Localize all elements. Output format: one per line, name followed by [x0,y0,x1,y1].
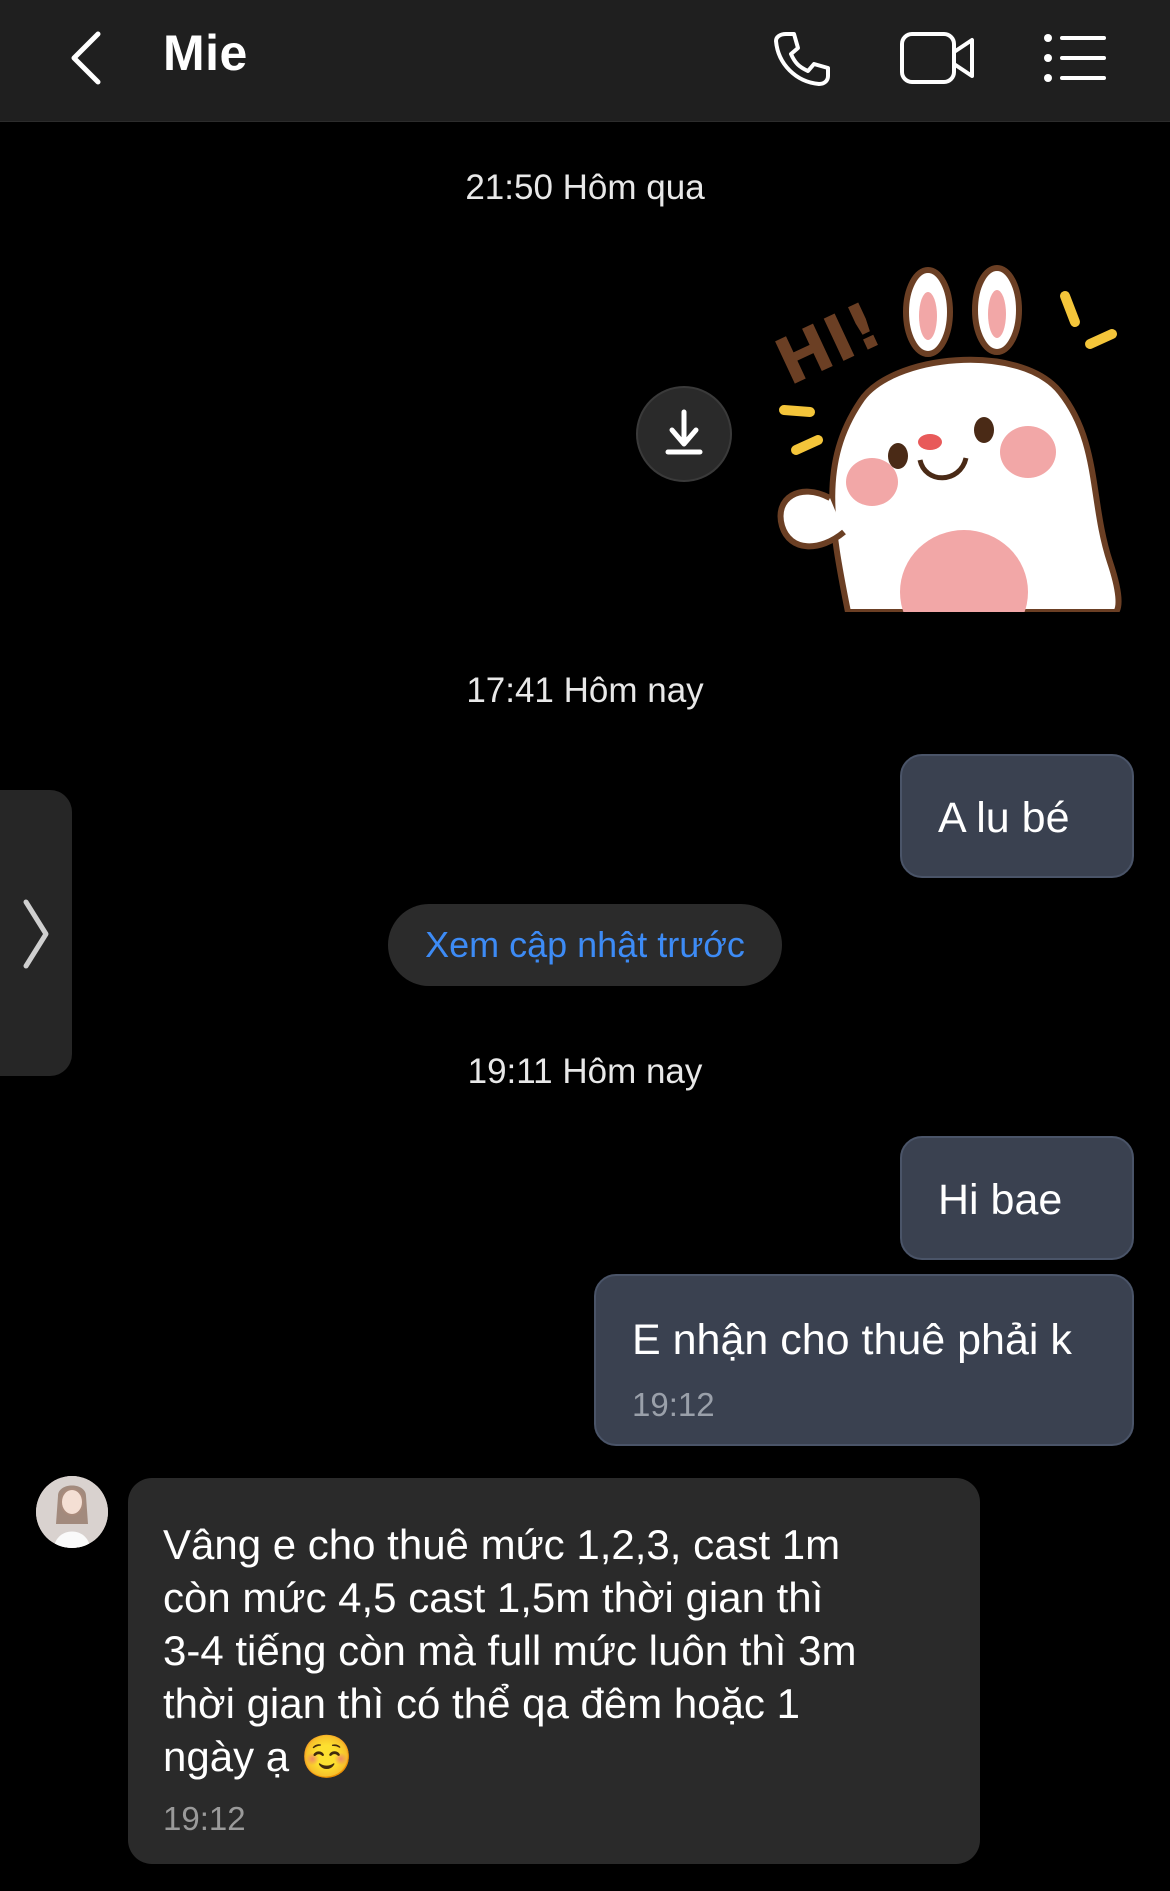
message-text: Vâng e cho thuê mức 1,2,3, cast 1m còn m… [163,1518,856,1783]
timestamp-divider: 17:41 Hôm nay [466,671,704,710]
chevron-left-icon[interactable] [62,28,112,88]
avatar-image [36,1476,108,1548]
incoming-message[interactable]: Vâng e cho thuê mức 1,2,3, cast 1m còn m… [128,1478,980,1864]
message-text: E nhận cho thuê phải k [632,1316,1072,1364]
timestamp-divider: 19:11 Hôm nay [467,1052,703,1091]
see-previous-updates-button[interactable]: Xem cập nhật trước [388,904,782,986]
side-panel-tab[interactable] [0,790,72,1076]
contact-name[interactable]: Mie [163,24,248,82]
video-icon[interactable] [898,28,978,88]
message-line: ngày ạ ☺️ [163,1730,856,1783]
download-icon [665,409,703,455]
outgoing-message[interactable]: E nhận cho thuê phải k 19:12 [594,1274,1134,1446]
phone-icon[interactable] [768,26,834,92]
message-line: thời gian thì có thể qa đêm hoặc 1 [163,1680,800,1727]
message-line: 3-4 tiếng còn mà full mức luôn thì 3m [163,1627,857,1674]
message-text: A lu bé [938,794,1070,842]
timestamp-divider: 21:50 Hôm qua [465,168,705,207]
chevron-right-icon [23,899,49,969]
message-line: Vâng e cho thuê mức 1,2,3, cast 1m [163,1521,841,1568]
message-line: còn mức 4,5 cast 1,5m thời gian thì [163,1574,824,1621]
message-text: Hi bae [938,1176,1063,1224]
outgoing-message[interactable]: A lu bé [900,754,1134,878]
message-time: 19:12 [632,1386,715,1423]
list-menu-icon[interactable] [1042,30,1108,86]
bunny-sticker[interactable]: HI! [760,262,1140,612]
message-line-text: ngày ạ [163,1733,290,1780]
message-time: 19:12 [163,1800,246,1837]
smiling-emoji: ☺️ [300,1733,354,1780]
contact-avatar[interactable] [36,1476,108,1548]
download-button[interactable] [636,386,732,482]
outgoing-message[interactable]: Hi bae [900,1136,1134,1260]
chat-header: Mie [0,0,1170,122]
